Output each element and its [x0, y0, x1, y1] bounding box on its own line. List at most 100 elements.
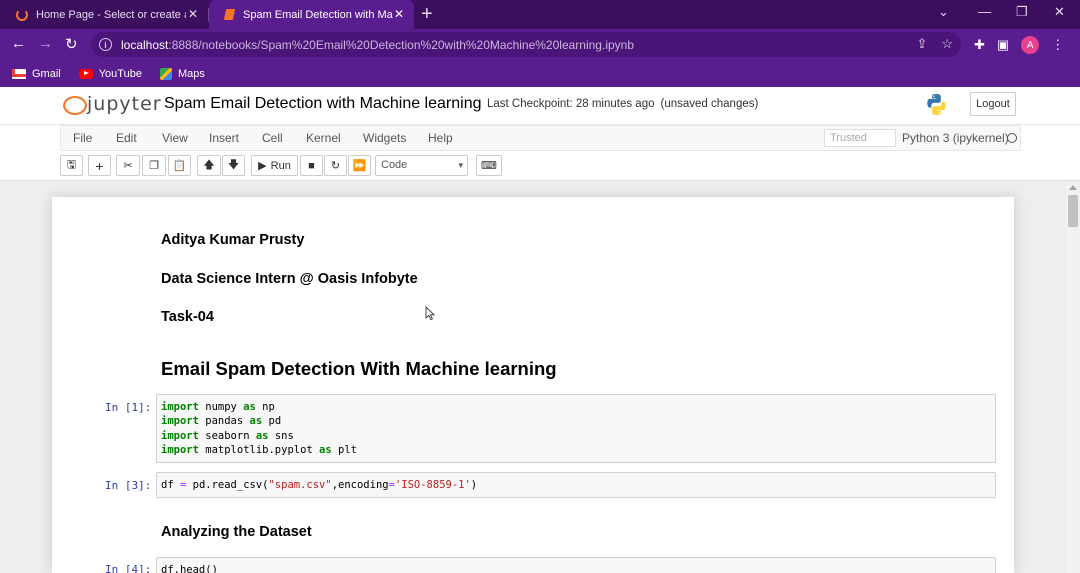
run-label: Run	[270, 159, 291, 172]
menu-edit[interactable]: Edit	[116, 131, 137, 145]
command-palette-button[interactable]: ⌨	[476, 155, 502, 176]
new-tab-icon[interactable]: +	[421, 3, 433, 25]
markdown-analyzing: Analyzing the Dataset	[161, 524, 312, 540]
jupyter-header: jupyter Spam Email Detection with Machin…	[0, 87, 1080, 181]
cell-type-select[interactable]: Code ▾	[375, 155, 468, 176]
address-bar[interactable]: i localhost:8888/notebooks/Spam%20Email%…	[91, 32, 961, 57]
keyboard-icon: ⌨	[481, 160, 497, 172]
menu-cell[interactable]: Cell	[262, 131, 283, 145]
notebook-title[interactable]: Spam Email Detection with Machine learni…	[164, 95, 481, 113]
maps-icon	[159, 67, 172, 80]
forward-icon[interactable]: →	[38, 35, 53, 52]
arrow-up-icon: 🡅	[203, 159, 215, 171]
tab-search-icon[interactable]: ⌄	[938, 4, 949, 20]
restart-button[interactable]: ↻	[324, 155, 347, 176]
minimize-icon[interactable]: —	[978, 4, 991, 19]
markdown-author: Aditya Kumar Prusty	[161, 232, 305, 248]
profile-avatar[interactable]: A	[1021, 36, 1040, 54]
paste-button[interactable]: 📋	[168, 155, 191, 176]
notebook-menubar: File Edit View Insert Cell Kernel Widget…	[60, 125, 1021, 151]
python-logo-icon	[927, 93, 946, 116]
markdown-role: Data Science Intern @ Oasis Infobyte	[161, 271, 418, 287]
menu-file[interactable]: File	[73, 131, 92, 145]
copy-icon: ❐	[149, 160, 159, 172]
interrupt-button[interactable]: ■	[300, 155, 323, 176]
bookmarks-bar: Gmail YouTube Maps	[0, 60, 1080, 87]
jupyter-logo[interactable]: jupyter	[62, 93, 162, 115]
restore-icon[interactable]: ❐	[1016, 4, 1028, 20]
share-icon[interactable]: ⇪	[916, 36, 927, 52]
tab-spam-email-detection[interactable]: Spam Email Detection with Mach ✕	[209, 0, 414, 29]
restart-icon: ↻	[330, 160, 341, 172]
menu-insert[interactable]: Insert	[209, 131, 239, 145]
checkpoint-text: Last Checkpoint: 28 minutes ago	[487, 98, 655, 110]
arrow-down-icon: 🡇	[227, 159, 240, 171]
menu-help[interactable]: Help	[428, 131, 453, 145]
side-panel-icon[interactable]: ▣	[997, 37, 1009, 53]
url-host: localhost	[121, 37, 169, 52]
vertical-scrollbar[interactable]	[1066, 182, 1080, 573]
site-info-icon[interactable]: i	[99, 38, 112, 51]
extensions-icon[interactable]: ✚	[974, 37, 985, 53]
insert-cell-button[interactable]: +	[88, 155, 111, 176]
logout-button[interactable]: Logout	[970, 92, 1016, 116]
bookmark-label: Maps	[177, 67, 205, 80]
notebook-favicon-icon	[223, 9, 236, 20]
fast-forward-icon: ⏩	[352, 160, 367, 172]
bookmark-youtube[interactable]: YouTube	[78, 67, 142, 80]
jupyter-logo-icon	[62, 93, 87, 115]
menu-view[interactable]: View	[162, 131, 188, 145]
move-up-button[interactable]: 🡅	[197, 155, 221, 176]
tab-title: Home Page - Select or create a n	[36, 8, 186, 21]
jupyter-wordmark: jupyter	[87, 93, 162, 115]
paste-icon: 📋	[172, 160, 187, 172]
save-icon: 🖫	[66, 159, 77, 171]
move-down-button[interactable]: 🡇	[222, 155, 245, 176]
menu-kernel[interactable]: Kernel	[306, 131, 341, 145]
browser-tab-strip: Home Page - Select or create a n ✕ Spam …	[0, 0, 1080, 29]
kernel-name[interactable]: Python 3 (ipykernel)	[902, 131, 1009, 145]
markdown-heading: Email Spam Detection With Machine learni…	[161, 358, 557, 379]
checkpoint-status: Last Checkpoint: 28 minutes ago (unsaved …	[487, 98, 758, 110]
url-path: :8888/notebooks/Spam%20Email%20Detection…	[168, 37, 635, 52]
notebook-page	[52, 197, 1014, 573]
tab-title: Spam Email Detection with Mach	[243, 8, 393, 21]
unsaved-indicator: (unsaved changes)	[660, 98, 759, 110]
stop-icon: ■	[308, 159, 315, 172]
play-icon: ▶	[258, 160, 267, 172]
scissors-icon: ✂	[123, 160, 133, 172]
tab-home-page[interactable]: Home Page - Select or create a n ✕	[0, 0, 208, 29]
browser-actions: ✚ ▣ A ⋮	[974, 36, 1064, 54]
reload-icon[interactable]: ↻	[65, 35, 78, 53]
bookmark-star-icon[interactable]: ☆	[941, 36, 953, 52]
code-cell-head[interactable]: df.head()	[156, 557, 996, 573]
code-cell-read-csv[interactable]: df = pd.read_csv("spam.csv",encoding='IS…	[156, 472, 996, 498]
cell-prompt: In [1]:	[105, 401, 152, 414]
save-button[interactable]: 🖫	[60, 155, 83, 176]
trusted-badge[interactable]: Trusted	[824, 129, 896, 147]
mouse-cursor-icon	[425, 306, 435, 321]
bookmark-label: YouTube	[98, 67, 142, 80]
cut-button[interactable]: ✂	[116, 155, 140, 176]
back-icon[interactable]: ←	[11, 35, 26, 52]
plus-icon: +	[95, 157, 104, 174]
browser-toolbar: ← → ↻ i localhost:8888/notebooks/Spam%20…	[0, 29, 1080, 60]
code-cell-imports[interactable]: import numpy as np import pandas as pd i…	[156, 394, 996, 463]
scrollbar-thumb[interactable]	[1068, 195, 1078, 227]
close-icon[interactable]: ✕	[392, 7, 406, 21]
gmail-icon	[12, 68, 26, 79]
scroll-up-icon[interactable]	[1069, 185, 1077, 190]
more-menu-icon[interactable]: ⋮	[1051, 37, 1064, 53]
copy-button[interactable]: ❐	[142, 155, 166, 176]
menu-widgets[interactable]: Widgets	[363, 131, 406, 145]
bookmark-gmail[interactable]: Gmail	[12, 68, 61, 80]
restart-run-all-button[interactable]: ⏩	[348, 155, 371, 176]
kernel-idle-indicator	[1007, 133, 1017, 143]
bookmark-maps[interactable]: Maps	[159, 67, 205, 80]
youtube-icon	[78, 68, 93, 79]
run-button[interactable]: ▶ Run	[251, 155, 298, 176]
cell-prompt: In [4]:	[105, 563, 152, 573]
close-icon[interactable]: ✕	[186, 7, 200, 21]
chevron-down-icon: ▾	[458, 160, 463, 170]
close-window-icon[interactable]: ✕	[1054, 4, 1065, 20]
